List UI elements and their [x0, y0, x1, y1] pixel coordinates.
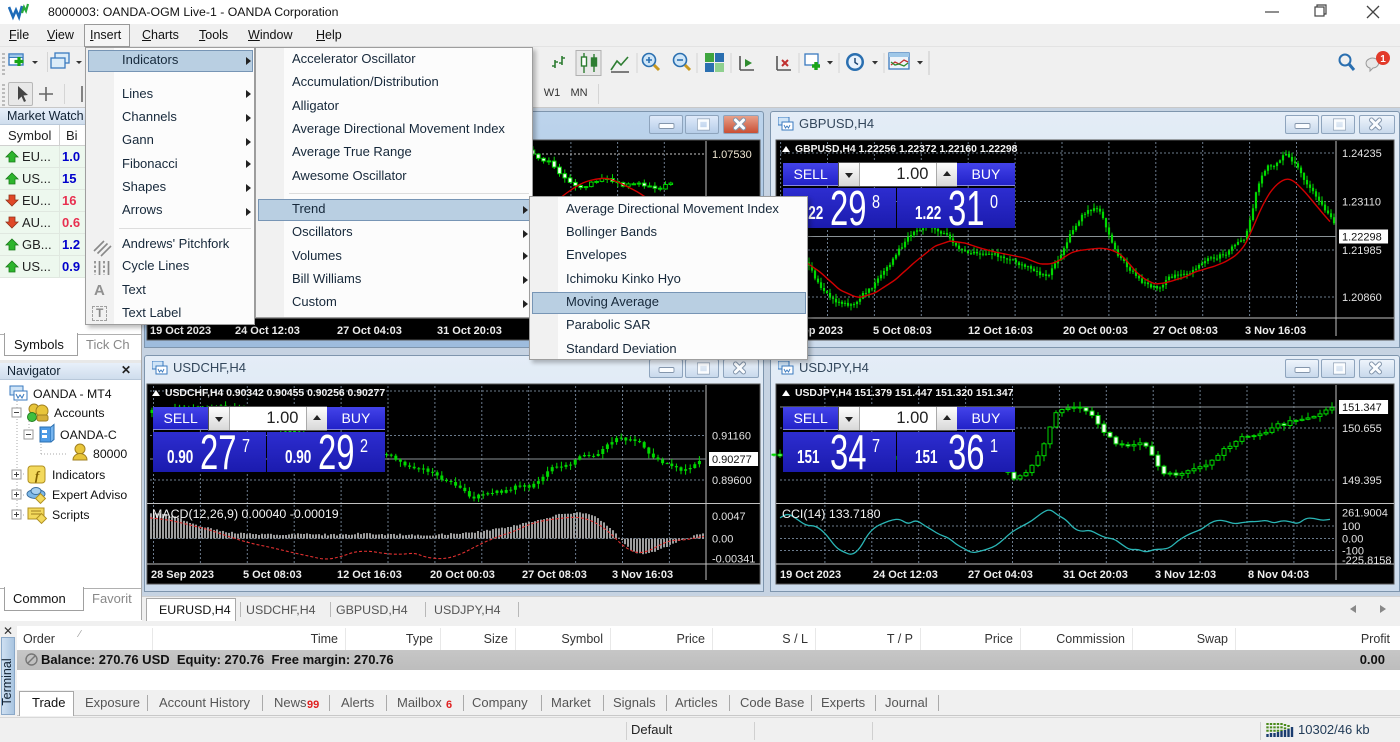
svg-text:80000: 80000	[93, 447, 127, 461]
svg-text:Scripts: Scripts	[52, 508, 90, 522]
svg-text:Accounts: Accounts	[54, 406, 105, 420]
svg-text:OANDA-C: OANDA-C	[60, 428, 117, 442]
svg-text:OANDA - MT4: OANDA - MT4	[33, 387, 112, 401]
svg-text:Indicators: Indicators	[52, 468, 105, 482]
svg-text:1: 1	[1380, 54, 1386, 65]
svg-text:Expert Adviso: Expert Adviso	[52, 488, 127, 502]
